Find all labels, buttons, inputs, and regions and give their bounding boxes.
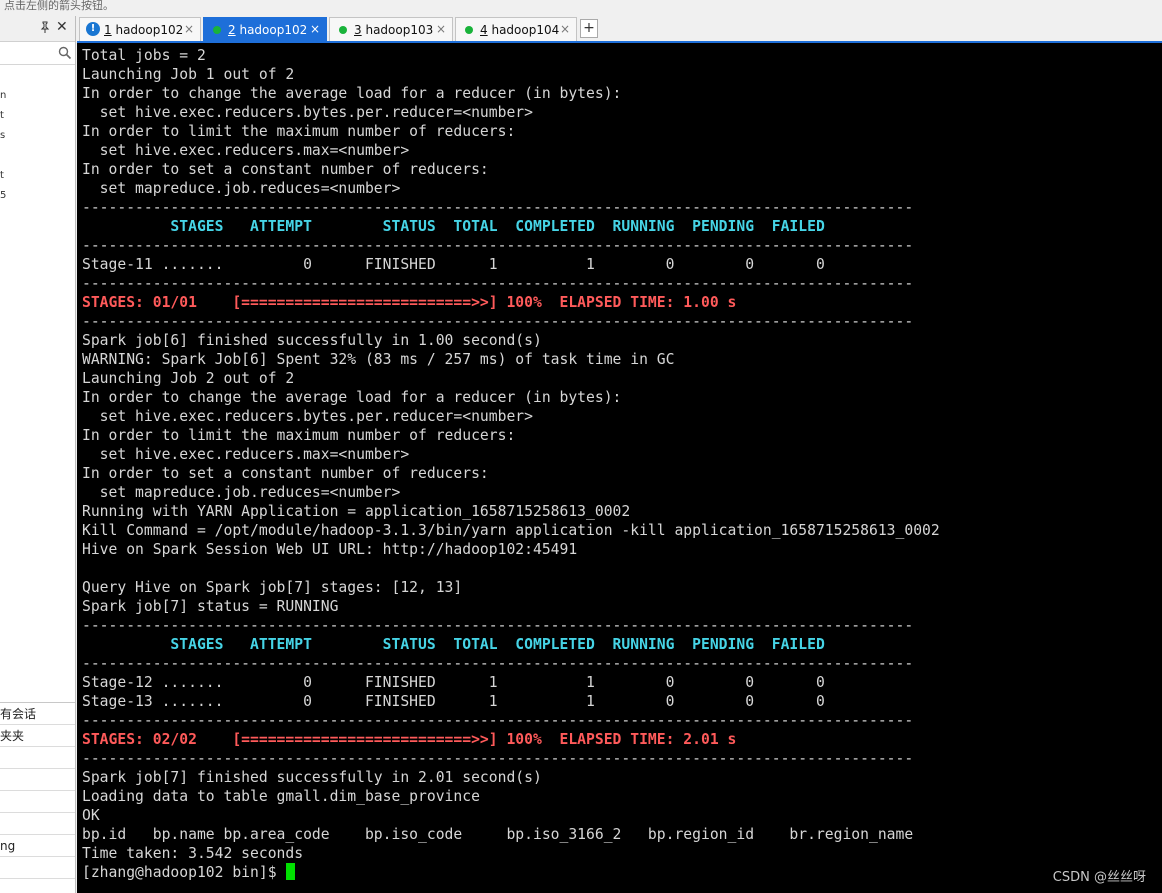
terminal-line: ----------------------------------------… (82, 712, 914, 729)
tab-hadoop102-2[interactable]: 2 hadoop102 × (203, 17, 327, 41)
terminal-line: bp.id bp.name bp.area_code bp.iso_code b… (82, 826, 914, 843)
terminal-line: STAGES ATTEMPT STATUS TOTAL COMPLETED RU… (82, 636, 825, 653)
sidebar-row[interactable] (0, 747, 75, 769)
terminal-lines: Total jobs = 2 Launching Job 1 out of 2 In… (82, 46, 940, 882)
tab-hadoop103[interactable]: 3 hadoop103 × (329, 17, 453, 41)
session-tree-item[interactable]: 5 (0, 186, 6, 206)
terminal-line: Stage-13 ....... 0 FINISHED 1 1 0 0 0 (82, 693, 825, 710)
terminal-line: In order to change the average load for … (82, 389, 622, 406)
session-tree-item[interactable]: t (0, 166, 6, 186)
connected-status-icon (339, 26, 347, 34)
session-tree-item[interactable]: n (0, 86, 6, 106)
terminal-line: OK (82, 807, 100, 824)
sidebar-row[interactable] (0, 791, 75, 813)
terminal-line: Spark job[7] status = RUNNING (82, 598, 339, 615)
tab-label: 2 hadoop102 (228, 23, 308, 37)
terminal-line: In order to limit the maximum number of … (82, 123, 516, 140)
tab-hadoop102-1[interactable]: ! 1 hadoop102 × (79, 17, 201, 41)
terminal-line: ----------------------------------------… (82, 655, 914, 672)
sidebar-row[interactable]: 有会话 (0, 703, 75, 725)
tab-label: 1 hadoop102 (104, 23, 184, 37)
shell-prompt: [zhang@hadoop102 bin]$ (82, 864, 286, 881)
add-tab-button[interactable]: + (580, 19, 598, 38)
terminal-line: STAGES: 01/01 [=========================… (82, 294, 737, 311)
connected-status-icon (465, 26, 473, 34)
terminal-line: ----------------------------------------… (82, 199, 914, 216)
terminal-line: set mapreduce.job.reduces=<number> (82, 180, 401, 197)
terminal-line: Stage-11 ....... 0 FINISHED 1 1 0 0 0 (82, 256, 825, 273)
terminal-output[interactable]: Total jobs = 2 Launching Job 1 out of 2 In… (77, 43, 1162, 893)
terminal-line: set hive.exec.reducers.bytes.per.reducer… (82, 104, 533, 121)
terminal-line: ----------------------------------------… (82, 275, 914, 292)
terminal-line: Time taken: 3.542 seconds (82, 845, 304, 862)
terminal-line: STAGES: 02/02 [=========================… (82, 731, 737, 748)
sidebar-header: ✕ (0, 16, 75, 42)
terminal-line: Launching Job 2 out of 2 (82, 370, 295, 387)
terminal-line: Loading data to table gmall.dim_base_pro… (82, 788, 480, 805)
sidebar-bottom-panel: 有会话 夹夹 ng (0, 702, 75, 879)
session-tree: n t s t 5 (0, 86, 6, 206)
ssh-client-window: 点击左侧的箭头按钮。 ✕ n t s t 5 有会话 夹夹 ng ! 1 had… (0, 0, 1162, 893)
terminal-line: set hive.exec.reducers.max=<number> (82, 142, 410, 159)
terminal-line: set hive.exec.reducers.max=<number> (82, 446, 410, 463)
sidebar-row[interactable] (0, 857, 75, 879)
terminal-line: In order to limit the maximum number of … (82, 427, 516, 444)
pin-icon[interactable] (40, 21, 50, 36)
session-search-input[interactable] (0, 43, 75, 65)
top-hint-text: 点击左侧的箭头按钮。 (0, 0, 1162, 16)
terminal-line: In order to set a constant number of red… (82, 161, 489, 178)
terminal-line: set hive.exec.reducers.bytes.per.reducer… (82, 408, 533, 425)
terminal-cursor (286, 863, 296, 880)
terminal-line: Total jobs = 2 (82, 47, 206, 64)
terminal-line: ----------------------------------------… (82, 617, 914, 634)
terminal-line: In order to change the average load for … (82, 85, 622, 102)
sidebar-row[interactable] (0, 769, 75, 791)
terminal-line: STAGES ATTEMPT STATUS TOTAL COMPLETED RU… (82, 218, 825, 235)
tab-label: 4 hadoop104 (480, 23, 560, 37)
sidebar-row[interactable]: ng (0, 835, 75, 857)
close-icon[interactable]: ✕ (56, 19, 68, 35)
terminal-line: Query Hive on Spark job[7] stages: [12, … (82, 579, 463, 596)
terminal-line: In order to set a constant number of red… (82, 465, 489, 482)
terminal-line: ----------------------------------------… (82, 750, 914, 767)
tab-close-icon[interactable]: × (184, 18, 194, 40)
tab-hadoop104[interactable]: 4 hadoop104 × (455, 17, 577, 41)
session-tree-item[interactable] (0, 146, 6, 166)
tab-label: 3 hadoop103 (354, 23, 434, 37)
sidebar-row[interactable] (0, 813, 75, 835)
session-sidebar: ✕ n t s t 5 有会话 夹夹 ng (0, 16, 76, 893)
terminal-line: set mapreduce.job.reduces=<number> (82, 484, 401, 501)
tab-close-icon[interactable]: × (560, 18, 570, 40)
connected-status-icon (213, 26, 221, 34)
terminal-line: Launching Job 1 out of 2 (82, 66, 295, 83)
terminal-prompt-line[interactable]: [zhang@hadoop102 bin]$ (82, 863, 940, 882)
terminal-line: ----------------------------------------… (82, 313, 914, 330)
terminal-line: Running with YARN Application = applicat… (82, 503, 631, 520)
warning-icon: ! (86, 22, 100, 36)
terminal-line: Spark job[6] finished successfully in 1.… (82, 332, 542, 349)
session-tree-item[interactable]: s (0, 126, 6, 146)
watermark: CSDN @丝丝呀 (1052, 870, 1146, 885)
search-icon[interactable] (58, 45, 72, 60)
tab-close-icon[interactable]: × (310, 18, 320, 40)
terminal-line: Spark job[7] finished successfully in 2.… (82, 769, 542, 786)
terminal-line: ----------------------------------------… (82, 237, 914, 254)
session-tree-item[interactable]: t (0, 106, 6, 126)
terminal-line: WARNING: Spark Job[6] Spent 32% (83 ms /… (82, 351, 675, 368)
terminal-line: Hive on Spark Session Web UI URL: http:/… (82, 541, 578, 558)
session-tab-bar: ! 1 hadoop102 × 2 hadoop102 × 3 hadoop10… (77, 16, 1162, 42)
tab-close-icon[interactable]: × (436, 18, 446, 40)
terminal-line: Kill Command = /opt/module/hadoop-3.1.3/… (82, 522, 940, 539)
terminal-line: Stage-12 ....... 0 FINISHED 1 1 0 0 0 (82, 674, 825, 691)
sidebar-row[interactable]: 夹夹 (0, 725, 75, 747)
